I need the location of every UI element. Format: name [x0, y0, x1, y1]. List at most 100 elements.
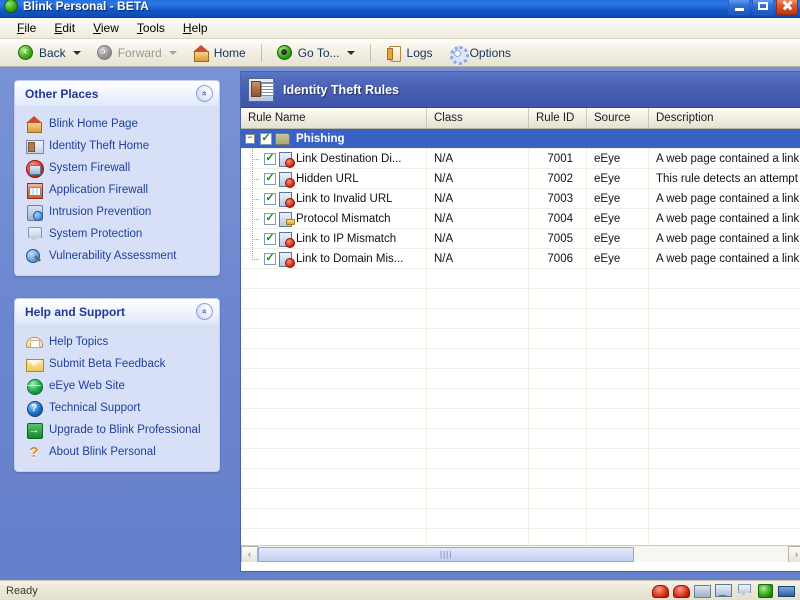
- menu-tools[interactable]: Tools: [128, 19, 174, 37]
- sidebar-item-identity-theft-home[interactable]: Identity Theft Home: [15, 135, 219, 157]
- rule-class-cell: N/A: [427, 148, 529, 169]
- table-row[interactable]: ✓ Hidden URL N/A 7002 eEye This rule det…: [241, 168, 800, 189]
- tray-blue-icon[interactable]: [777, 583, 795, 598]
- table-row[interactable]: ✓ Link to Domain Mis... N/A 7006 eEye A …: [241, 248, 800, 269]
- scroll-right-arrow-icon[interactable]: ›: [788, 545, 800, 562]
- column-header-source[interactable]: Source: [587, 108, 649, 128]
- chevron-up-icon[interactable]: «: [196, 303, 213, 320]
- sidebar-item-intrusion-prevention[interactable]: Intrusion Prevention: [15, 201, 219, 223]
- tray-alert-red-icon[interactable]: [672, 583, 690, 598]
- tray-firewall-red-icon[interactable]: [651, 583, 669, 598]
- sidebar-item-blink-home-page[interactable]: Blink Home Page: [15, 113, 219, 135]
- menu-help[interactable]: Help: [174, 19, 217, 37]
- tray-green-icon[interactable]: [756, 583, 773, 598]
- group-name-cell: − ✓ Phishing: [241, 129, 427, 149]
- column-header-rule-name[interactable]: Rule Name: [241, 108, 427, 128]
- table-row-empty[interactable]: [241, 508, 800, 529]
- table-row-empty[interactable]: [241, 268, 800, 289]
- goto-dropdown-caret[interactable]: [346, 50, 355, 55]
- rule-checkbox[interactable]: ✓: [264, 172, 276, 185]
- panel-other-places-header[interactable]: Other Places «: [15, 81, 219, 106]
- table-row[interactable]: ✓ Link to IP Mismatch N/A 7005 eEye A we…: [241, 228, 800, 249]
- scrollbar-grip: ||||: [439, 549, 453, 559]
- sidebar-item-vulnerability-assessment[interactable]: Vulnerability Assessment: [15, 245, 219, 267]
- menu-file[interactable]: File: [8, 19, 45, 37]
- rule-checkbox[interactable]: ✓: [264, 192, 276, 205]
- chevron-up-icon[interactable]: «: [196, 85, 213, 102]
- sidebar-item-help-topics[interactable]: Help Topics: [15, 331, 219, 353]
- application-window: Blink Personal - BETA File Edit View Too…: [0, 0, 800, 600]
- sidebar-item-submit-beta-feedback[interactable]: Submit Beta Feedback: [15, 353, 219, 375]
- scroll-left-arrow-icon[interactable]: ‹: [241, 545, 258, 562]
- table-row-empty[interactable]: [241, 468, 800, 489]
- rule-checkbox[interactable]: ✓: [264, 252, 276, 265]
- table-row-empty[interactable]: [241, 368, 800, 389]
- empty-cell: [241, 468, 427, 489]
- empty-cell: [241, 288, 427, 309]
- rule-checkbox[interactable]: ✓: [264, 152, 276, 165]
- maximize-button[interactable]: [752, 0, 774, 15]
- horizontal-scrollbar[interactable]: ‹ |||| ›: [241, 545, 800, 562]
- menu-view[interactable]: View: [84, 19, 128, 37]
- column-header-description[interactable]: Description: [649, 108, 800, 128]
- sidebar-item-system-protection[interactable]: System Protection: [15, 223, 219, 245]
- sidebar-item-label: Intrusion Prevention: [49, 206, 152, 218]
- rule-checkbox[interactable]: ✓: [264, 232, 276, 245]
- table-row[interactable]: ✓ Protocol Mismatch N/A 7004 eEye A web …: [241, 208, 800, 229]
- tree-line: [245, 208, 261, 229]
- table-row-empty[interactable]: [241, 388, 800, 409]
- table-row[interactable]: ✓ Link Destination Di... N/A 7001 eEye A…: [241, 148, 800, 169]
- panel-help-and-support-header[interactable]: Help and Support «: [15, 299, 219, 324]
- sidebar-item-upgrade-to-blink-professional[interactable]: Upgrade to Blink Professional: [15, 419, 219, 441]
- rule-name-label: Link to IP Mismatch: [296, 232, 397, 245]
- tray-monitor-icon[interactable]: [714, 583, 732, 598]
- empty-cell: [587, 508, 649, 529]
- table-row-empty[interactable]: [241, 328, 800, 349]
- table-row-empty[interactable]: [241, 488, 800, 509]
- sidebar-item-label: eEye Web Site: [49, 380, 125, 392]
- intrusion-prevention-icon: [26, 204, 43, 221]
- rule-checkbox[interactable]: ✓: [264, 212, 276, 225]
- sidebar-item-system-firewall[interactable]: System Firewall: [15, 157, 219, 179]
- column-header-rule-id[interactable]: Rule ID: [529, 108, 587, 128]
- back-button[interactable]: ‹ Back: [10, 42, 89, 64]
- home-button[interactable]: Home: [185, 42, 254, 64]
- rule-plain-icon: [279, 211, 295, 227]
- table-row-empty[interactable]: [241, 288, 800, 309]
- table-row-empty[interactable]: [241, 308, 800, 329]
- table-row-empty[interactable]: [241, 448, 800, 469]
- sidebar-item-about-blink-personal[interactable]: About Blink Personal: [15, 441, 219, 463]
- id-card-icon: [26, 138, 44, 154]
- collapse-toggle-icon[interactable]: −: [245, 133, 255, 144]
- tray-gray-icon[interactable]: [693, 583, 711, 598]
- column-header-class[interactable]: Class: [427, 108, 529, 128]
- options-button[interactable]: Options: [441, 42, 519, 65]
- empty-cell: [427, 388, 529, 409]
- sidebar-item-eeye-web-site[interactable]: eEye Web Site: [15, 375, 219, 397]
- minimize-button[interactable]: [728, 0, 750, 15]
- menu-edit[interactable]: Edit: [45, 19, 84, 37]
- table-row-empty[interactable]: [241, 408, 800, 429]
- empty-cell: [427, 428, 529, 449]
- logs-button[interactable]: Logs: [378, 42, 441, 64]
- sidebar-item-technical-support[interactable]: Technical Support: [15, 397, 219, 419]
- menu-bar: File Edit View Tools Help: [0, 18, 800, 39]
- empty-cell: [529, 388, 587, 409]
- scrollbar-track[interactable]: ||||: [258, 545, 788, 562]
- table-group-row-phishing[interactable]: − ✓ Phishing: [241, 129, 800, 149]
- table-row-empty[interactable]: [241, 428, 800, 449]
- table-row-empty[interactable]: [241, 348, 800, 369]
- close-button[interactable]: [776, 0, 798, 15]
- goto-button[interactable]: Go To...: [269, 42, 363, 64]
- forward-button[interactable]: › Forward: [89, 42, 185, 64]
- rule-id-cell: 7004: [529, 208, 587, 229]
- sidebar-item-application-firewall[interactable]: Application Firewall: [15, 179, 219, 201]
- back-dropdown-caret[interactable]: [72, 50, 81, 55]
- firewall-icon: [26, 160, 44, 178]
- empty-cell: [529, 488, 587, 509]
- tray-shield-icon[interactable]: [735, 583, 752, 598]
- table-row[interactable]: ✓ Link to Invalid URL N/A 7003 eEye A we…: [241, 188, 800, 209]
- scrollbar-thumb[interactable]: ||||: [258, 546, 635, 562]
- group-checkbox[interactable]: ✓: [260, 132, 272, 145]
- page-title: Identity Theft Rules: [283, 82, 399, 97]
